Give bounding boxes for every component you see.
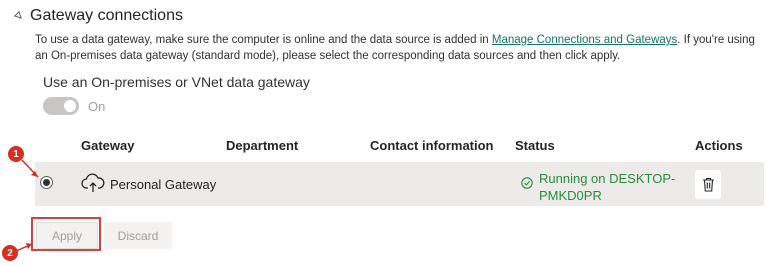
header-status: Status: [515, 138, 555, 153]
step-marker-1: 1: [8, 146, 24, 162]
manage-connections-link[interactable]: Manage Connections and Gateways: [492, 34, 677, 46]
delete-icon: [702, 177, 714, 192]
gateway-status: Running on DESKTOP-PMKD0PR: [539, 171, 676, 203]
header-gateway: Gateway: [81, 138, 135, 153]
step-marker-2: 2: [2, 245, 18, 261]
gateway-radio[interactable]: [40, 176, 53, 189]
cloud-upload-icon: [81, 173, 105, 192]
section-header[interactable]: Gateway connections: [14, 7, 183, 25]
toggle-state-text: On: [88, 98, 106, 114]
apply-highlight-box: [31, 217, 101, 251]
delete-button[interactable]: [695, 170, 721, 199]
header-contact: Contact information: [370, 138, 494, 153]
section-description: To use a data gateway, make sure the com…: [35, 34, 755, 62]
collapse-triangle-icon[interactable]: [14, 11, 24, 21]
toggle-switch[interactable]: [43, 97, 79, 115]
header-department: Department: [226, 138, 299, 153]
section-title: Gateway connections: [30, 7, 183, 24]
header-actions: Actions: [695, 138, 743, 153]
check-circle-icon: [521, 177, 533, 189]
discard-button[interactable]: Discard: [104, 222, 172, 249]
gateway-toggle[interactable]: On: [43, 97, 105, 115]
gateway-name: Personal Gateway: [110, 177, 217, 192]
gateway-toggle-label: Use an On-premises or VNet data gateway: [43, 74, 310, 90]
